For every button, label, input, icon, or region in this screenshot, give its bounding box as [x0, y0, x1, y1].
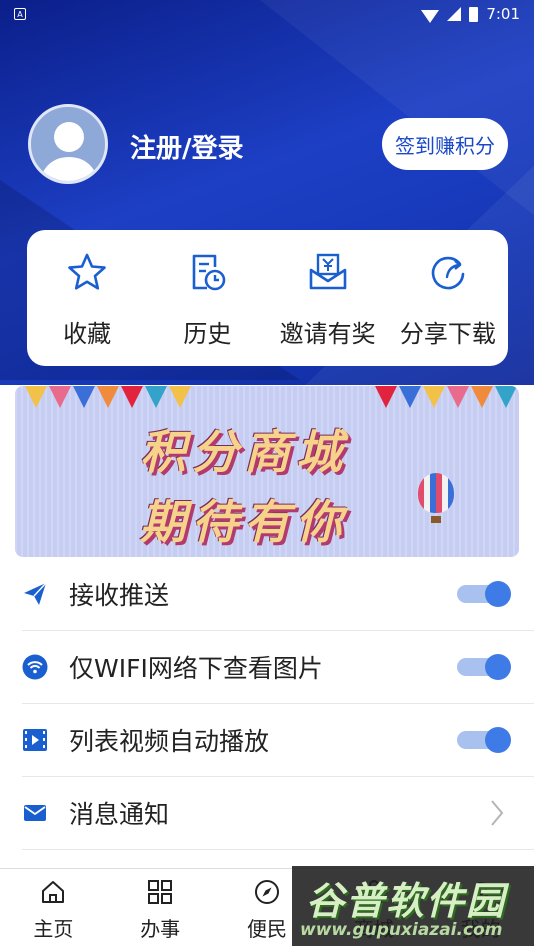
invite-reward-button[interactable]: 邀请有奖: [268, 230, 388, 366]
nav-home-label: 主页: [33, 917, 74, 941]
notification-icon: A: [14, 8, 26, 20]
grid-icon: [148, 880, 173, 904]
nav-services[interactable]: 办事: [107, 869, 214, 950]
mail-icon: [22, 800, 48, 826]
wifi-status-icon: [421, 9, 440, 23]
nav-home[interactable]: 主页: [0, 869, 107, 950]
status-time: 7:01: [486, 5, 520, 23]
battery-icon: [469, 6, 479, 22]
wifi-only-images-row[interactable]: 仅WIFI网络下查看图片: [22, 631, 534, 704]
autoplay-video-toggle[interactable]: [457, 727, 511, 753]
invite-reward-icon: [309, 253, 346, 290]
nav-services-label: 办事: [140, 917, 181, 941]
share-download-label: 分享下载: [399, 320, 496, 348]
nav-convenience-label: 便民: [246, 917, 287, 941]
paper-plane-icon: [22, 581, 48, 607]
share-download-button[interactable]: 分享下载: [388, 230, 508, 366]
history-icon: [193, 254, 226, 291]
watermark-title: 谷普软件园: [306, 879, 507, 923]
wifi-icon: [22, 654, 48, 680]
history-button[interactable]: 历史: [147, 230, 267, 366]
wifi-only-images-label: 仅WIFI网络下查看图片: [69, 654, 323, 683]
star-icon: [68, 253, 106, 290]
share-icon: [431, 256, 465, 290]
banner-title-line2: 期待有你: [140, 495, 348, 549]
checkin-button[interactable]: 签到赚积分: [382, 118, 508, 170]
settings-list: 接收推送 仅WIFI网络下查看图片 列表视频自动播放 消息通知: [22, 558, 534, 850]
avatar[interactable]: [28, 104, 108, 184]
video-icon: [22, 727, 48, 753]
login-link[interactable]: 注册/登录: [130, 128, 244, 165]
invite-reward-label: 邀请有奖: [279, 320, 376, 348]
status-bar: A 7:01: [0, 0, 534, 28]
balloon-basket: [431, 516, 441, 523]
push-notifications-row[interactable]: 接收推送: [22, 558, 534, 631]
push-notifications-label: 接收推送: [69, 581, 170, 610]
message-notification-row[interactable]: 消息通知: [22, 777, 534, 850]
watermark-url: www.gupuxiazai.com: [300, 920, 503, 940]
compass-icon: [254, 880, 279, 904]
history-label: 历史: [183, 320, 232, 348]
wifi-only-images-toggle[interactable]: [457, 654, 511, 680]
favorites-label: 收藏: [63, 320, 112, 348]
home-icon: [42, 881, 65, 903]
push-notifications-toggle[interactable]: [457, 581, 511, 607]
quick-actions-card: 收藏 历史 邀请有奖 分享下载: [27, 230, 508, 366]
banner-title-line1: 积分商城: [140, 425, 348, 479]
favorites-button[interactable]: 收藏: [27, 230, 147, 366]
message-notification-label: 消息通知: [69, 800, 170, 829]
autoplay-video-row[interactable]: 列表视频自动播放: [22, 704, 534, 777]
chevron-right-icon: [491, 800, 504, 826]
hot-air-balloon-icon: [418, 473, 454, 513]
autoplay-video-label: 列表视频自动播放: [69, 727, 270, 756]
signal-icon: [447, 7, 462, 21]
